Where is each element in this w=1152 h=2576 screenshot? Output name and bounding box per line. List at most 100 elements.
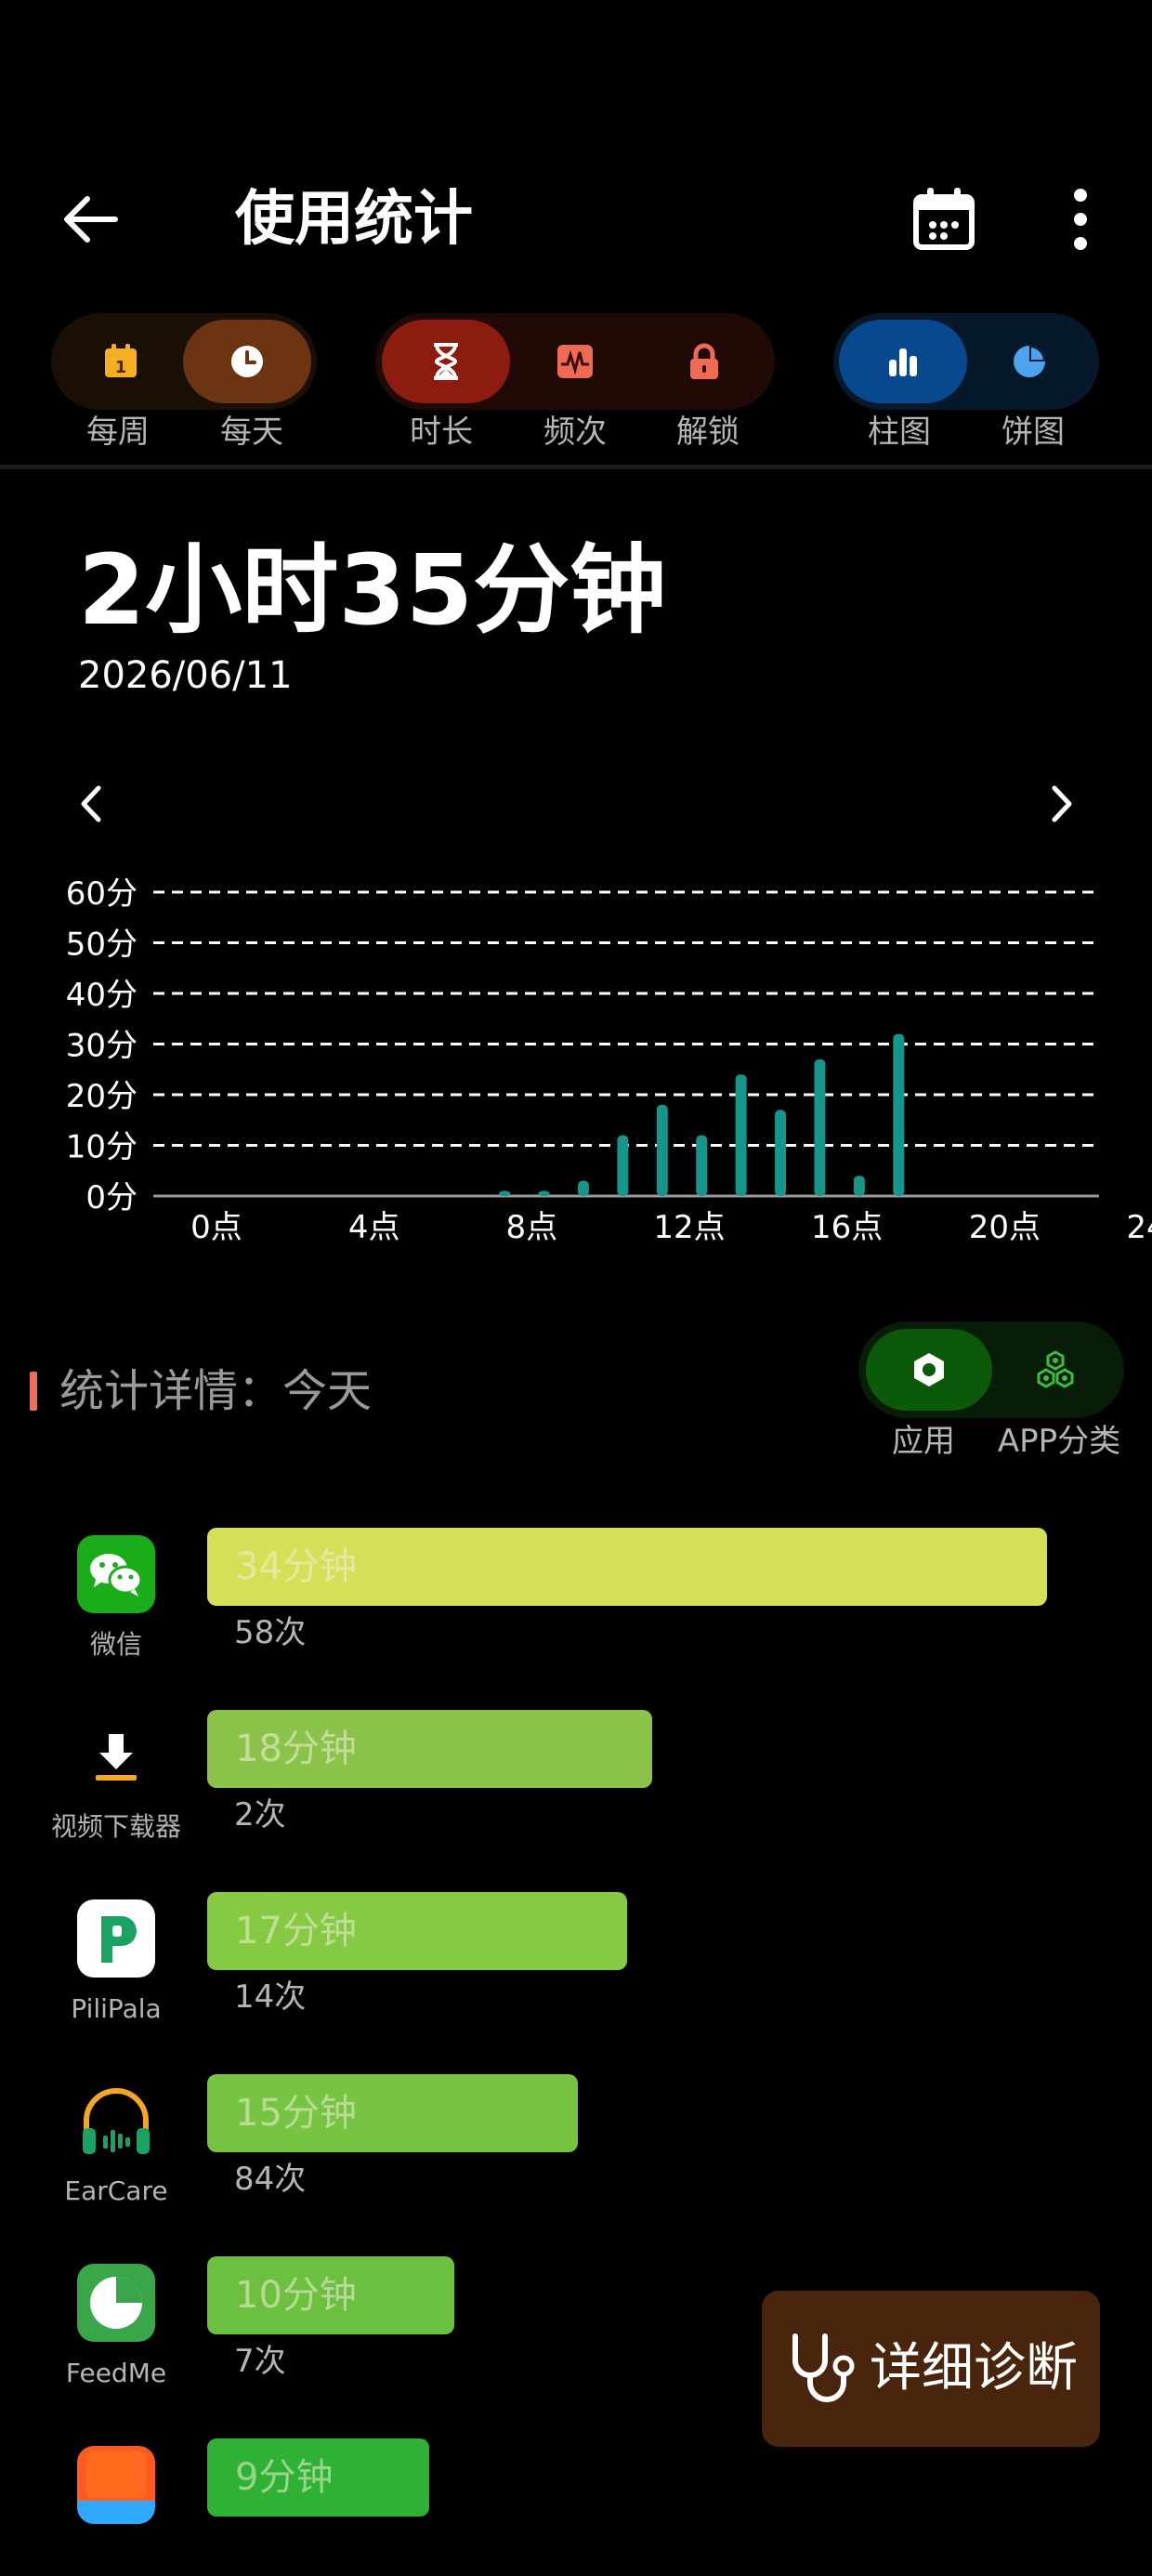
usage-duration: 34分钟 bbox=[235, 1545, 357, 1588]
y-tick-label: 40分 bbox=[66, 977, 137, 1014]
chart-bar-option[interactable] bbox=[839, 320, 967, 403]
y-tick-label: 60分 bbox=[66, 875, 137, 913]
launch-count: 2次 bbox=[234, 1796, 286, 1833]
y-tick-label: 50分 bbox=[66, 927, 137, 964]
clock-icon bbox=[231, 346, 263, 377]
x-tick-label: 0点 bbox=[190, 1209, 242, 1246]
category-hexagons-icon bbox=[1037, 1350, 1074, 1388]
page-title: 使用统计 bbox=[235, 185, 473, 254]
metric-unlock[interactable] bbox=[640, 320, 768, 403]
detailed-diagnosis-label: 详细诊断 bbox=[870, 2338, 1078, 2399]
chart-pie-option[interactable] bbox=[965, 320, 1093, 403]
stats-group-toggle bbox=[858, 1321, 1124, 1418]
section-accent-bar bbox=[30, 1372, 37, 1411]
group-by-category-label: APP分类 bbox=[997, 1423, 1121, 1460]
wechat-app-icon[interactable] bbox=[77, 1535, 155, 1613]
usage-bar[interactable]: 10分钟 bbox=[207, 2256, 454, 2334]
hour-bar bbox=[853, 1176, 865, 1196]
period-daily[interactable] bbox=[183, 320, 311, 403]
app-name: 视频下载器 bbox=[50, 1811, 181, 1842]
detailed-diagnosis-button[interactable]: 详细诊断 bbox=[762, 2291, 1100, 2447]
period-daily-label: 每天 bbox=[220, 414, 283, 451]
y-tick-label: 30分 bbox=[66, 1028, 137, 1065]
calendar-small-icon: 1 bbox=[105, 344, 137, 377]
hour-bar bbox=[499, 1190, 511, 1196]
more-vertical-icon[interactable] bbox=[1054, 186, 1106, 253]
earcare-app-icon[interactable] bbox=[77, 2082, 155, 2160]
video-downloader-app-icon[interactable] bbox=[77, 1717, 155, 1795]
hour-bar bbox=[735, 1074, 747, 1196]
selected-date: 2026/06/11 bbox=[78, 654, 293, 697]
hour-bar bbox=[814, 1058, 826, 1196]
period-weekly-label: 每周 bbox=[86, 414, 150, 451]
usage-bar[interactable]: 17分钟 bbox=[207, 1892, 627, 1970]
hourglass-icon bbox=[434, 343, 458, 380]
x-tick-label: 24点 bbox=[1126, 1209, 1152, 1246]
usage-duration: 10分钟 bbox=[235, 2274, 357, 2317]
usage-bar[interactable]: 18分钟 bbox=[207, 1710, 652, 1788]
x-tick-label: 8点 bbox=[506, 1209, 558, 1246]
metric-unlock-label: 解锁 bbox=[676, 414, 740, 451]
total-usage-time: 2小时35分钟 bbox=[78, 533, 667, 647]
app-name: EarCare bbox=[64, 2175, 168, 2206]
pie-chart-icon bbox=[1014, 346, 1045, 377]
usage-duration: 15分钟 bbox=[235, 2092, 357, 2135]
usage-bar[interactable]: 34分钟 bbox=[207, 1528, 1047, 1606]
x-tick-label: 16点 bbox=[811, 1209, 883, 1246]
bar-chart-icon bbox=[889, 348, 917, 376]
hour-bar bbox=[656, 1104, 668, 1196]
chart-pie-label: 饼图 bbox=[1001, 414, 1065, 451]
y-tick-label: 10分 bbox=[66, 1129, 137, 1166]
metric-toggle bbox=[375, 313, 775, 410]
metric-frequency[interactable] bbox=[511, 320, 639, 403]
divider bbox=[0, 465, 1152, 469]
chart-type-toggle bbox=[833, 313, 1099, 410]
lock-icon bbox=[690, 343, 718, 379]
pilipala-app-icon[interactable] bbox=[77, 1899, 155, 1978]
y-tick-label: 0分 bbox=[85, 1179, 137, 1216]
hour-bar bbox=[893, 1033, 905, 1196]
y-tick-label: 20分 bbox=[66, 1078, 137, 1115]
group-by-category[interactable] bbox=[992, 1329, 1119, 1411]
svg-text:1: 1 bbox=[115, 358, 127, 377]
usage-duration: 18分钟 bbox=[235, 1728, 357, 1770]
chevron-left-icon[interactable] bbox=[74, 781, 108, 827]
x-tick-label: 4点 bbox=[348, 1209, 400, 1246]
launch-count: 58次 bbox=[234, 1614, 307, 1651]
usage-bar[interactable]: 15分钟 bbox=[207, 2074, 578, 2152]
hour-bar bbox=[696, 1135, 708, 1196]
hourly-usage-chart: 0分 10分 20分 30分 40分 50分 60分 0点 4点 8点 12点 16点 20点 24点 bbox=[66, 875, 1152, 1246]
launch-count: 7次 bbox=[234, 2343, 286, 2380]
metric-frequency-label: 频次 bbox=[543, 414, 607, 451]
taobao-shangou-app-icon[interactable] bbox=[77, 2446, 155, 2524]
period-weekly[interactable]: 1 bbox=[57, 320, 185, 403]
app-name: PiliPala bbox=[71, 1993, 162, 2024]
usage-duration: 9分钟 bbox=[235, 2456, 334, 2499]
back-arrow-icon[interactable] bbox=[58, 186, 124, 253]
metric-duration[interactable] bbox=[382, 320, 510, 403]
group-by-app-label: 应用 bbox=[892, 1423, 955, 1460]
pulse-icon bbox=[557, 345, 593, 378]
feedme-app-icon[interactable] bbox=[77, 2264, 155, 2342]
app-name: 微信 bbox=[89, 1629, 142, 1660]
hour-bar bbox=[577, 1180, 589, 1196]
group-by-app[interactable] bbox=[866, 1329, 992, 1411]
x-tick-label: 12点 bbox=[653, 1209, 725, 1246]
period-toggle: 1 bbox=[51, 313, 317, 410]
chart-bar-label: 柱图 bbox=[868, 414, 931, 451]
launch-count: 14次 bbox=[234, 1978, 307, 2016]
stats-title: 统计详情：今天 bbox=[59, 1365, 373, 1417]
hexagon-icon bbox=[914, 1353, 944, 1387]
chevron-right-icon[interactable] bbox=[1045, 781, 1079, 827]
metric-duration-label: 时长 bbox=[410, 414, 473, 451]
calendar-icon[interactable] bbox=[910, 186, 977, 253]
app-name: FeedMe bbox=[65, 2358, 167, 2388]
stethoscope-icon bbox=[792, 2333, 855, 2402]
usage-duration: 17分钟 bbox=[235, 1910, 357, 1952]
hour-bar bbox=[538, 1190, 550, 1196]
hour-bar bbox=[775, 1110, 787, 1196]
hour-bar bbox=[617, 1135, 629, 1196]
usage-bar[interactable]: 9分钟 bbox=[207, 2438, 429, 2517]
launch-count: 84次 bbox=[234, 2161, 307, 2198]
x-tick-label: 20点 bbox=[969, 1209, 1041, 1246]
